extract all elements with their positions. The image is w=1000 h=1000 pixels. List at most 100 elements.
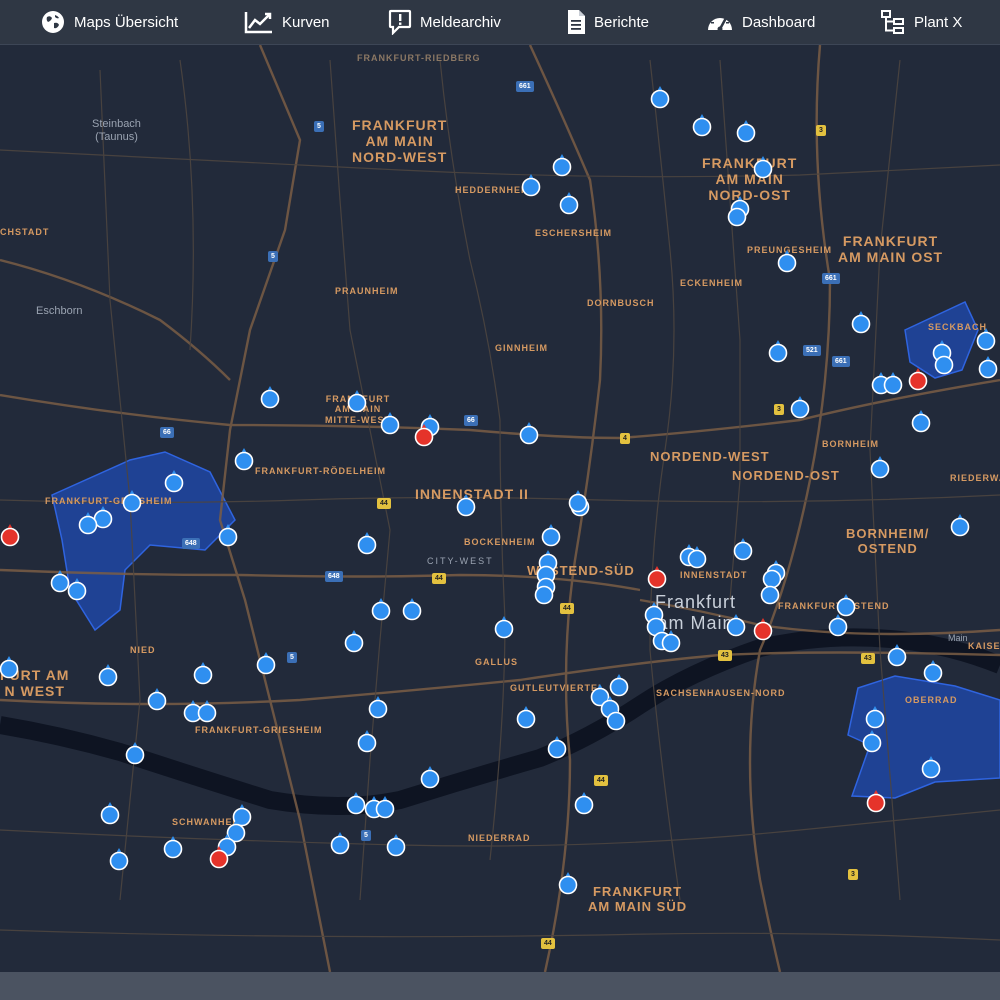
sensor-pin-alert[interactable] [908,367,928,392]
sensor-pin-alert[interactable] [209,845,229,870]
sensor-pin[interactable] [862,729,882,754]
sensor-pin[interactable] [234,447,254,472]
road-shield-b8: 4 [620,433,630,444]
sensor-pin[interactable] [456,493,476,518]
nav-plant-x[interactable]: Plant X [880,0,962,44]
sensor-pin[interactable] [777,249,797,274]
sensor-pin[interactable] [552,153,572,178]
sensor-pin[interactable] [726,613,746,638]
sensor-pin[interactable] [934,351,954,376]
sensor-pin[interactable] [727,203,747,228]
sensor-pin[interactable] [516,705,536,730]
sensor-pin[interactable] [828,613,848,638]
nav-maps-overview[interactable]: Maps Übersicht [40,0,178,44]
location-pin-icon [67,578,87,601]
sensor-pin[interactable] [541,523,561,548]
sensor-pin[interactable] [0,655,19,680]
sensor-pin[interactable] [760,581,780,606]
sensor-pin[interactable] [347,389,367,414]
location-pin-icon [100,802,120,825]
location-pin-icon [122,490,142,513]
sensor-pin[interactable] [559,191,579,216]
sensor-pin[interactable] [163,835,183,860]
sensor-pin[interactable] [753,155,773,180]
sensor-pin[interactable] [346,791,366,816]
sensor-pin[interactable] [521,173,541,198]
sensor-pin[interactable] [368,695,388,720]
sensor-pin[interactable] [260,385,280,410]
sensor-pin[interactable] [125,741,145,766]
nav-message-archive[interactable]: Meldearchiv [388,0,501,44]
sensor-pin[interactable] [344,629,364,654]
sensor-pin-alert[interactable] [0,523,20,548]
location-pin-icon [862,730,882,753]
sensor-pin[interactable] [78,511,98,536]
map-view[interactable]: FRANKFURT-RIEDBERG FRANKFURT AM MAIN NOR… [0,45,1000,972]
sensor-pin[interactable] [568,489,588,514]
sensor-pin[interactable] [768,339,788,364]
nav-curves[interactable]: Kurven [244,0,330,44]
sensor-pin[interactable] [733,537,753,562]
sensor-pin[interactable] [67,577,87,602]
sensor-pin[interactable] [692,113,712,138]
sensor-pin[interactable] [976,327,996,352]
sensor-pin[interactable] [865,705,885,730]
sensor-pin[interactable] [790,395,810,420]
sensor-pin[interactable] [978,355,998,380]
sensor-pin[interactable] [494,615,514,640]
nav-dashboard[interactable]: Dashboard [706,0,815,44]
sensor-pin-alert[interactable] [414,423,434,448]
sensor-pin[interactable] [109,847,129,872]
sensor-pin[interactable] [883,371,903,396]
sensor-pin[interactable] [402,597,422,622]
sensor-pin[interactable] [375,795,395,820]
sensor-pin[interactable] [870,455,890,480]
sensor-pin[interactable] [923,659,943,684]
sensor-pin[interactable] [357,729,377,754]
sensor-pin[interactable] [420,765,440,790]
sensor-pin[interactable] [519,421,539,446]
sensor-pin[interactable] [606,707,626,732]
location-pin-icon [733,538,753,561]
sensor-pin-alert[interactable] [753,617,773,642]
sensor-pin[interactable] [386,833,406,858]
label-bornheim: BORNHEIM [822,439,879,449]
sensor-pin[interactable] [921,755,941,780]
sensor-pin[interactable] [887,643,907,668]
sensor-pin[interactable] [851,310,871,335]
sensor-pin[interactable] [218,523,238,548]
sensor-pin[interactable] [547,735,567,760]
sensor-pin[interactable] [147,687,167,712]
sensor-pin[interactable] [650,85,670,110]
sensor-pin[interactable] [371,597,391,622]
location-pin-icon [559,192,579,215]
sensor-pin[interactable] [380,411,400,436]
sensor-pin[interactable] [164,469,184,494]
location-pin-icon [736,120,756,143]
sensor-pin[interactable] [736,119,756,144]
sensor-pin[interactable] [256,651,276,676]
sensor-pin-alert[interactable] [866,789,886,814]
sensor-pin[interactable] [574,791,594,816]
nav-reports[interactable]: Berichte [566,0,649,44]
sensor-pin[interactable] [193,661,213,686]
sensor-pin[interactable] [357,531,377,556]
location-pin-icon [197,700,217,723]
sensor-pin[interactable] [950,513,970,538]
sensor-pin[interactable] [330,831,350,856]
label-innenstadt: INNENSTADT [680,570,748,580]
sensor-pin[interactable] [911,409,931,434]
location-pin-icon [934,352,954,375]
alert-message-icon [388,9,412,35]
sensor-pin[interactable] [122,489,142,514]
sensor-pin[interactable] [98,663,118,688]
sensor-pin[interactable] [661,629,681,654]
sensor-pin[interactable] [197,699,217,724]
sensor-pin-alert[interactable] [647,565,667,590]
sensor-pin[interactable] [687,545,707,570]
sensor-pin[interactable] [534,581,554,606]
sensor-pin[interactable] [558,871,578,896]
location-pin-icon [147,688,167,711]
location-pin-icon [887,644,907,667]
sensor-pin[interactable] [100,801,120,826]
